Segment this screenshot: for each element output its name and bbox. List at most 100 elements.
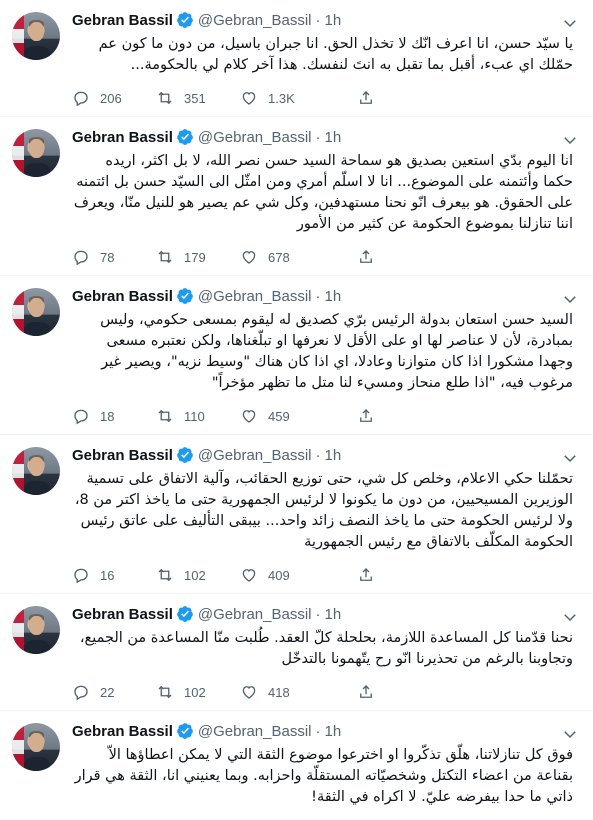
heart-icon xyxy=(242,686,256,699)
author-handle[interactable]: @Gebran_Bassil xyxy=(198,129,312,146)
share-button[interactable] xyxy=(357,407,397,425)
reply-icon xyxy=(74,568,88,584)
retweet-button[interactable]: 179 xyxy=(156,248,240,266)
heart-icon xyxy=(242,251,256,264)
verified-badge-icon xyxy=(177,129,193,145)
tweet-timestamp[interactable]: 1h xyxy=(325,288,342,305)
avatar[interactable] xyxy=(12,288,60,336)
share-icon xyxy=(360,409,372,422)
like-count: 1.3K xyxy=(268,90,295,106)
separator-dot: · xyxy=(315,128,321,146)
chevron-down-icon[interactable] xyxy=(561,608,579,626)
heart-icon xyxy=(242,569,256,582)
tweet[interactable]: Gebran Bassil @Gebran_Bassil · 1h نحنا ق… xyxy=(0,594,593,711)
author-name[interactable]: Gebran Bassil xyxy=(72,129,173,146)
tweet-text: يا سيّد حسن، انا اعرف انّك لا تخذل الحق.… xyxy=(98,36,573,73)
share-icon xyxy=(360,685,372,698)
author-name[interactable]: Gebran Bassil xyxy=(72,447,173,464)
tweet-header: Gebran Bassil @Gebran_Bassil · 1h xyxy=(72,127,577,147)
tweet-header: Gebran Bassil @Gebran_Bassil · 1h xyxy=(72,445,577,465)
retweet-icon xyxy=(158,685,172,699)
tweet[interactable]: Gebran Bassil @Gebran_Bassil · 1h يا سيّ… xyxy=(0,0,593,117)
heart-icon xyxy=(242,92,256,105)
tweet[interactable]: Gebran Bassil @Gebran_Bassil · 1h فوق كل… xyxy=(0,711,593,820)
author-handle[interactable]: @Gebran_Bassil xyxy=(198,12,312,29)
reply-button[interactable]: 18 xyxy=(72,407,156,425)
reply-button[interactable]: 206 xyxy=(72,89,156,107)
flag-graphic xyxy=(12,723,24,771)
tweet[interactable]: Gebran Bassil @Gebran_Bassil · 1h السيد … xyxy=(0,276,593,435)
reply-count: 206 xyxy=(100,90,122,106)
retweet-button[interactable]: 351 xyxy=(156,89,240,107)
verified-badge-icon xyxy=(177,288,193,304)
avatar[interactable] xyxy=(12,447,60,495)
chevron-down-icon[interactable] xyxy=(561,131,579,149)
avatar[interactable] xyxy=(12,129,60,177)
tweet-text: نحنا قدّمنا كل المساعدة اللازمة، بحلحلة … xyxy=(79,630,573,667)
tweet-timestamp[interactable]: 1h xyxy=(325,606,342,623)
author-name[interactable]: Gebran Bassil xyxy=(72,723,173,740)
chevron-down-icon[interactable] xyxy=(561,290,579,308)
separator-dot: · xyxy=(315,605,321,623)
retweet-icon xyxy=(158,409,172,423)
retweet-button[interactable]: 102 xyxy=(156,566,240,584)
heart-icon xyxy=(242,410,256,423)
like-button[interactable]: 678 xyxy=(240,248,357,266)
avatar[interactable] xyxy=(12,12,60,60)
author-handle[interactable]: @Gebran_Bassil xyxy=(198,723,312,740)
separator-dot: · xyxy=(315,722,321,740)
tweet[interactable]: Gebran Bassil @Gebran_Bassil · 1h تحمّلن… xyxy=(0,435,593,594)
like-button[interactable]: 418 xyxy=(240,683,357,701)
share-button[interactable] xyxy=(357,566,397,584)
verified-badge-icon xyxy=(177,723,193,739)
retweet-count: 102 xyxy=(184,684,206,700)
like-button[interactable]: 1.3K xyxy=(240,89,357,107)
like-button[interactable]: 459 xyxy=(240,407,357,425)
avatar[interactable] xyxy=(12,723,60,771)
tweet-actions: 78 179 678 xyxy=(72,239,577,275)
tweet-header: Gebran Bassil @Gebran_Bassil · 1h xyxy=(72,286,577,306)
avatar[interactable] xyxy=(12,606,60,654)
reply-button[interactable]: 78 xyxy=(72,248,156,266)
share-icon xyxy=(360,250,372,263)
retweet-count: 102 xyxy=(184,567,206,583)
author-handle[interactable]: @Gebran_Bassil xyxy=(198,288,312,305)
tweet-actions: 22 102 418 xyxy=(72,674,577,710)
reply-button[interactable]: 22 xyxy=(72,683,156,701)
retweet-icon xyxy=(158,568,172,582)
chevron-down-icon[interactable] xyxy=(561,725,579,743)
tweet-timestamp[interactable]: 1h xyxy=(325,447,342,464)
chevron-down-icon[interactable] xyxy=(561,449,579,467)
retweet-button[interactable]: 110 xyxy=(156,407,240,425)
retweet-count: 110 xyxy=(184,408,205,424)
author-name[interactable]: Gebran Bassil xyxy=(72,12,173,29)
reply-count: 22 xyxy=(100,684,115,700)
tweet-actions xyxy=(72,812,577,820)
author-handle[interactable]: @Gebran_Bassil xyxy=(198,606,312,623)
tweet-timestamp[interactable]: 1h xyxy=(325,129,342,146)
retweet-icon xyxy=(158,91,172,105)
tweet-text: تحمّلنا حكي الاعلام، وخلص كل شي، حتى توز… xyxy=(74,471,573,550)
flag-graphic xyxy=(12,129,24,177)
share-icon xyxy=(360,91,372,104)
author-handle[interactable]: @Gebran_Bassil xyxy=(198,447,312,464)
tweet-text: فوق كل تنازلاتنا، هلّق تذكّروا او اخترعو… xyxy=(74,747,573,805)
share-button[interactable] xyxy=(357,248,397,266)
reply-icon xyxy=(74,409,88,425)
share-button[interactable] xyxy=(357,683,397,701)
like-count: 418 xyxy=(268,684,290,700)
like-button[interactable]: 409 xyxy=(240,566,357,584)
author-name[interactable]: Gebran Bassil xyxy=(72,288,173,305)
chevron-down-icon[interactable] xyxy=(561,14,579,32)
tweet-timestamp[interactable]: 1h xyxy=(325,12,342,29)
reply-icon xyxy=(74,685,88,701)
tweet-actions: 206 351 1.3K xyxy=(72,80,577,116)
tweet[interactable]: Gebran Bassil @Gebran_Bassil · 1h انا ال… xyxy=(0,117,593,276)
author-name[interactable]: Gebran Bassil xyxy=(72,606,173,623)
tweet-timestamp[interactable]: 1h xyxy=(325,723,342,740)
reply-button[interactable]: 16 xyxy=(72,566,156,584)
separator-dot: · xyxy=(315,11,321,29)
retweet-button[interactable]: 102 xyxy=(156,683,240,701)
share-button[interactable] xyxy=(357,89,397,107)
share-icon xyxy=(360,568,372,581)
